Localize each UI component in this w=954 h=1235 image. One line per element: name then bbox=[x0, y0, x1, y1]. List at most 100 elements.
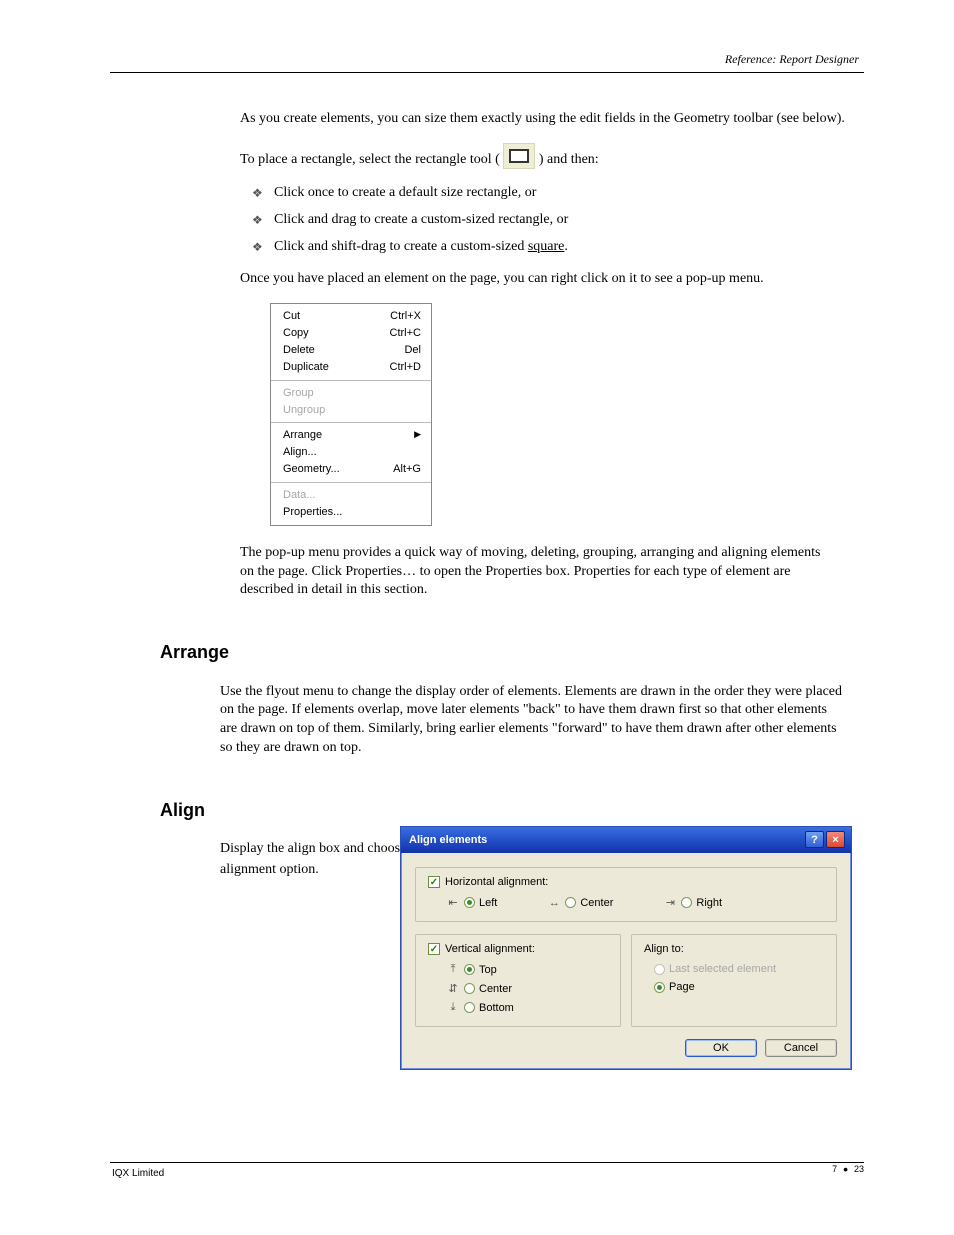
radio-label: Right bbox=[696, 897, 722, 909]
footer-dot-icon: • bbox=[843, 1165, 848, 1173]
radio-label: Bottom bbox=[479, 1002, 514, 1014]
align-center-v-icon: ⇵ bbox=[446, 982, 460, 995]
menu-label: Group bbox=[283, 386, 314, 401]
menu-label: Align... bbox=[283, 445, 317, 460]
bullet-list: ❖ Click once to create a default size re… bbox=[252, 184, 854, 257]
menu-accel: Ctrl+D bbox=[390, 360, 421, 375]
radio-label: Center bbox=[479, 983, 512, 995]
radio-label: Page bbox=[669, 981, 695, 993]
list-item: ❖ Click and drag to create a custom-size… bbox=[252, 211, 854, 230]
radio[interactable] bbox=[464, 897, 475, 908]
v-top-option[interactable]: ⤒ Top bbox=[446, 963, 608, 976]
footer-company: IQX Limited bbox=[112, 1168, 164, 1179]
footer-chapter: 7 bbox=[832, 1164, 837, 1174]
radio[interactable] bbox=[681, 897, 692, 908]
help-button[interactable]: ? bbox=[805, 831, 824, 848]
menu-label: Copy bbox=[283, 326, 309, 341]
vertical-label: Vertical alignment: bbox=[445, 943, 535, 955]
dialog-title-text: Align elements bbox=[409, 834, 487, 846]
horizontal-checkbox[interactable]: ✓ bbox=[428, 876, 440, 888]
dialog-body: ✓ Horizontal alignment: ⇤ Left ↔ Center bbox=[401, 853, 851, 1039]
para-rectangle-instructions: To place a rectangle, select the rectang… bbox=[240, 143, 854, 170]
align-dialog: Align elements ? × ✓ Horizontal alignmen… bbox=[400, 826, 852, 1070]
menu-accel: Del bbox=[404, 343, 421, 358]
context-menu: Cut Ctrl+X Copy Ctrl+C Delete Del Duplic… bbox=[270, 303, 432, 525]
align-top-icon: ⤒ bbox=[446, 963, 460, 976]
align-to-group: Align to: Last selected element Page bbox=[631, 934, 837, 1027]
align-bottom-icon: ⤓ bbox=[446, 1001, 460, 1014]
bullet-text: Click and drag to create a custom-sized … bbox=[274, 211, 854, 230]
body-content: As you create elements, you can size the… bbox=[120, 110, 854, 894]
radio[interactable] bbox=[464, 983, 475, 994]
bullet-icon: ❖ bbox=[252, 184, 274, 202]
align-center-h-icon: ↔ bbox=[547, 897, 561, 909]
para-rectangle-pre: To place a rectangle, select the rectang… bbox=[240, 152, 500, 167]
footer-page-number: 23 bbox=[854, 1164, 864, 1174]
list-item: ❖ Click once to create a default size re… bbox=[252, 184, 854, 203]
menu-label: Geometry... bbox=[283, 462, 340, 477]
radio-label: Left bbox=[479, 897, 497, 909]
menu-item-duplicate[interactable]: Duplicate Ctrl+D bbox=[271, 359, 431, 376]
radio[interactable] bbox=[654, 982, 665, 993]
menu-label: Duplicate bbox=[283, 360, 329, 375]
menu-item-arrange[interactable]: Arrange ▶ bbox=[271, 427, 431, 444]
menu-item-align[interactable]: Align... bbox=[271, 444, 431, 461]
dialog-button-row: OK Cancel bbox=[401, 1039, 851, 1069]
document-page: Reference: Report Designer As you create… bbox=[0, 0, 954, 1235]
cancel-button[interactable]: Cancel bbox=[765, 1039, 837, 1057]
menu-item-properties[interactable]: Properties... bbox=[271, 504, 431, 521]
radio[interactable] bbox=[464, 964, 475, 975]
v-center-option[interactable]: ⇵ Center bbox=[446, 982, 608, 995]
bullet-icon: ❖ bbox=[252, 238, 274, 256]
para-geometry-intro: As you create elements, you can size the… bbox=[240, 110, 854, 129]
bullet-text: Click and shift-drag to create a custom-… bbox=[274, 238, 854, 257]
align-left-icon: ⇤ bbox=[446, 896, 460, 909]
align-to-label: Align to: bbox=[644, 943, 824, 955]
heading-arrange: Arrange bbox=[160, 640, 854, 664]
menu-item-geometry[interactable]: Geometry... Alt+G bbox=[271, 461, 431, 478]
bullet-text: Click once to create a default size rect… bbox=[274, 184, 854, 203]
menu-item-copy[interactable]: Copy Ctrl+C bbox=[271, 325, 431, 342]
align-right-icon: ⇥ bbox=[663, 896, 677, 909]
list-item: ❖ Click and shift-drag to create a custo… bbox=[252, 238, 854, 257]
menu-item-delete[interactable]: Delete Del bbox=[271, 342, 431, 359]
menu-accel: Ctrl+C bbox=[390, 326, 421, 341]
submenu-arrow-icon: ▶ bbox=[414, 428, 421, 443]
bullet-icon: ❖ bbox=[252, 211, 274, 229]
para-popup-intro: Once you have placed an element on the p… bbox=[240, 270, 854, 289]
horizontal-label: Horizontal alignment: bbox=[445, 876, 548, 888]
align-to-page-option[interactable]: Page bbox=[654, 981, 824, 993]
h-right-option[interactable]: ⇥ Right bbox=[663, 896, 722, 909]
radio[interactable] bbox=[464, 1002, 475, 1013]
radio-label: Last selected element bbox=[669, 963, 776, 975]
menu-label: Arrange bbox=[283, 428, 322, 443]
horizontal-alignment-group: ✓ Horizontal alignment: ⇤ Left ↔ Center bbox=[415, 867, 837, 922]
rectangle-tool-icon bbox=[503, 143, 535, 169]
vertical-checkbox[interactable]: ✓ bbox=[428, 943, 440, 955]
h-center-option[interactable]: ↔ Center bbox=[547, 896, 613, 909]
header-rule bbox=[110, 72, 864, 73]
para-popup-desc: The pop-up menu provides a quick way of … bbox=[240, 544, 824, 601]
para-rectangle-post: ) and then: bbox=[539, 152, 599, 167]
vertical-alignment-group: ✓ Vertical alignment: ⤒ Top ⇵ Center bbox=[415, 934, 621, 1027]
menu-label: Data... bbox=[283, 488, 315, 503]
header-title: Reference: Report Designer bbox=[725, 52, 859, 67]
menu-label: Ungroup bbox=[283, 403, 325, 418]
h-left-option[interactable]: ⇤ Left bbox=[446, 896, 497, 909]
close-button[interactable]: × bbox=[826, 831, 845, 848]
v-bottom-option[interactable]: ⤓ Bottom bbox=[446, 1001, 608, 1014]
footer-rule bbox=[110, 1162, 864, 1163]
radio-label: Center bbox=[580, 897, 613, 909]
footer-page: 7 • 23 bbox=[832, 1164, 864, 1174]
menu-accel: Alt+G bbox=[393, 462, 421, 477]
menu-label: Properties... bbox=[283, 505, 342, 520]
align-to-last-option: Last selected element bbox=[654, 963, 824, 975]
radio-label: Top bbox=[479, 964, 497, 976]
menu-label: Delete bbox=[283, 343, 315, 358]
menu-item-group: Group bbox=[271, 385, 431, 402]
radio[interactable] bbox=[565, 897, 576, 908]
radio bbox=[654, 964, 665, 975]
ok-button[interactable]: OK bbox=[685, 1039, 757, 1057]
dialog-titlebar: Align elements ? × bbox=[401, 827, 851, 853]
menu-item-cut[interactable]: Cut Ctrl+X bbox=[271, 308, 431, 325]
